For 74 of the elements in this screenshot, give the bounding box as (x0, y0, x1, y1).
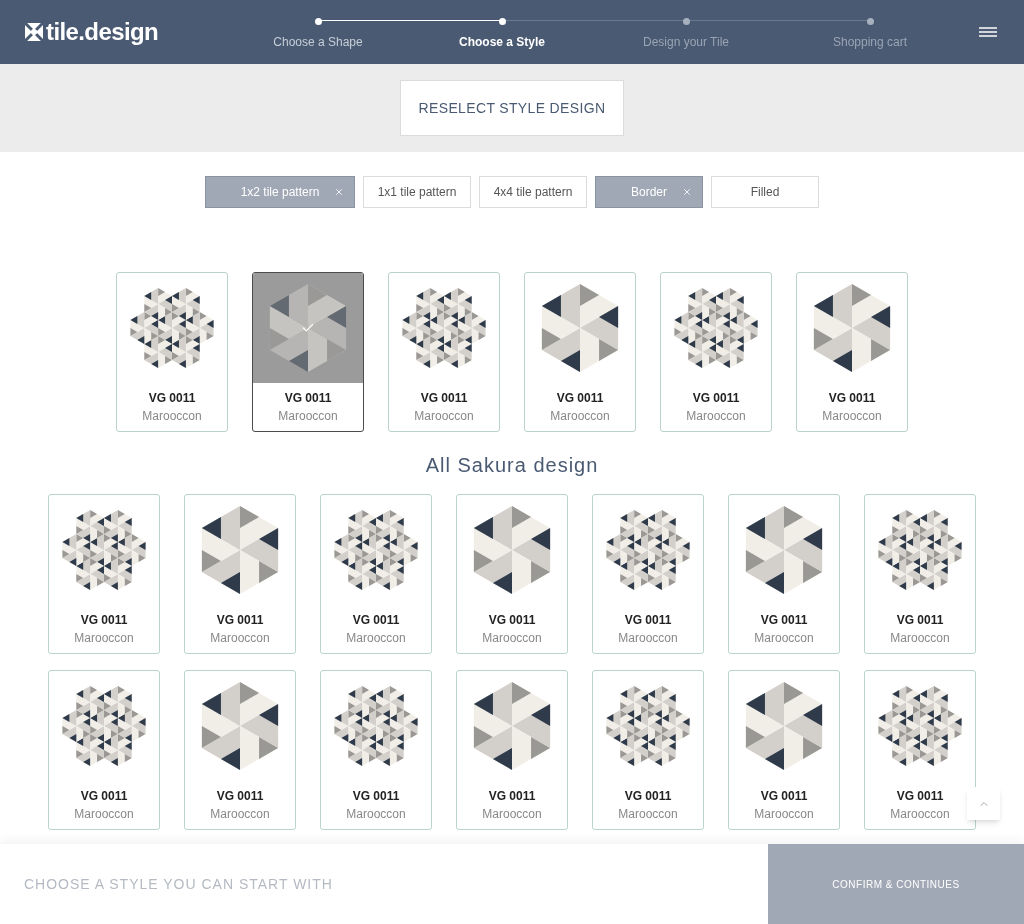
tile-code: VG 0011 (896, 788, 944, 805)
tile-name: Marooccon (618, 806, 678, 823)
tile-name: Marooccon (278, 408, 338, 425)
tile-code: VG 0011 (624, 612, 672, 629)
tile-name: Marooccon (142, 408, 202, 425)
tile-card[interactable]: VG 0011 Marooccon (728, 494, 840, 654)
tile-card[interactable]: VG 0011 Marooccon (456, 670, 568, 830)
remove-icon[interactable] (334, 187, 344, 197)
tile-code: VG 0011 (760, 788, 808, 805)
tile-card[interactable]: VG 0011 Marooccon (48, 494, 160, 654)
section-title: All Sakura design (424, 453, 600, 478)
step-label[interactable]: Choose a Shape (273, 33, 363, 51)
tile-code: VG 0011 (488, 788, 536, 805)
tile-card[interactable]: VG 0011 Marooccon (320, 494, 432, 654)
tile-code: VG 0011 (284, 390, 332, 407)
tile-code: VG 0011 (352, 612, 400, 629)
tile-code: VG 0011 (556, 390, 604, 407)
tile-name: Marooccon (618, 630, 678, 647)
reselect-style-button[interactable]: RESELECT STYLE DESIGN (400, 80, 624, 136)
tile-code: VG 0011 (352, 788, 400, 805)
tile-code: VG 0011 (760, 612, 808, 629)
tile-name: Marooccon (210, 806, 270, 823)
tile-card[interactable]: VG 0011 Marooccon (320, 670, 432, 830)
tile-card[interactable]: VG 0011 Marooccon (728, 670, 840, 830)
tile-card[interactable]: VG 0011 Marooccon (592, 494, 704, 654)
tile-name: Marooccon (346, 630, 406, 647)
tile-name: Marooccon (482, 630, 542, 647)
tile-card[interactable]: VG 0011 Marooccon (184, 494, 296, 654)
tile-card[interactable]: VG 0011 Marooccon (864, 670, 976, 830)
tile-name: Marooccon (754, 630, 814, 647)
filter-chip[interactable]: Filled (711, 176, 819, 208)
tile-code: VG 0011 (148, 390, 196, 407)
tile-name: Marooccon (414, 408, 474, 425)
tile-card[interactable]: VG 0011 Marooccon (48, 670, 160, 830)
tile-name: Marooccon (346, 806, 406, 823)
tile-code: VG 0011 (216, 612, 264, 629)
tile-code: VG 0011 (692, 390, 740, 407)
tile-card[interactable]: VG 0011 Marooccon (592, 670, 704, 830)
tile-name: Marooccon (74, 806, 134, 823)
tile-card[interactable]: VG 0011 Marooccon (864, 494, 976, 654)
remove-icon[interactable] (682, 187, 692, 197)
tile-name: Marooccon (550, 408, 610, 425)
tile-name: Marooccon (754, 806, 814, 823)
tile-code: VG 0011 (624, 788, 672, 805)
tile-name: Marooccon (74, 630, 134, 647)
tile-code: VG 0011 (828, 390, 876, 407)
tile-name: Marooccon (482, 806, 542, 823)
tile-card[interactable]: VG 0011 Marooccon (796, 272, 908, 432)
tile-name: Marooccon (822, 408, 882, 425)
tile-card[interactable]: VG 0011 Marooccon (456, 494, 568, 654)
filter-chip[interactable]: 4x4 tile pattern (479, 176, 587, 208)
tile-card[interactable]: VG 0011 Marooccon (184, 670, 296, 830)
tile-code: VG 0011 (488, 612, 536, 629)
tile-card[interactable]: VG 0011 Marooccon (388, 272, 500, 432)
logo-text: tile.design (46, 17, 159, 47)
tile-card[interactable]: VG 0011 Marooccon (660, 272, 772, 432)
filter-chip[interactable]: 1x1 tile pattern (363, 176, 471, 208)
tile-name: Marooccon (890, 806, 950, 823)
tile-card[interactable]: VG 0011 Marooccon (116, 272, 228, 432)
logo-icon (24, 22, 44, 42)
menu-icon[interactable] (979, 27, 997, 37)
tile-card[interactable]: VG 0011 Marooccon (524, 272, 636, 432)
tile-name: Marooccon (686, 408, 746, 425)
tile-name: Marooccon (210, 630, 270, 647)
tile-code: VG 0011 (80, 612, 128, 629)
footer-prompt: CHOOSE A STYLE YOU CAN START WITH (24, 874, 333, 894)
tile-card[interactable]: VG 0011 Marooccon (252, 272, 364, 432)
tile-code: VG 0011 (420, 390, 468, 407)
tile-name: Marooccon (890, 630, 950, 647)
tile-code: VG 0011 (216, 788, 264, 805)
step-label[interactable]: Choose a Style (459, 33, 545, 51)
checkmark-icon (301, 321, 315, 335)
tile-code: VG 0011 (80, 788, 128, 805)
tile-code: VG 0011 (896, 612, 944, 629)
